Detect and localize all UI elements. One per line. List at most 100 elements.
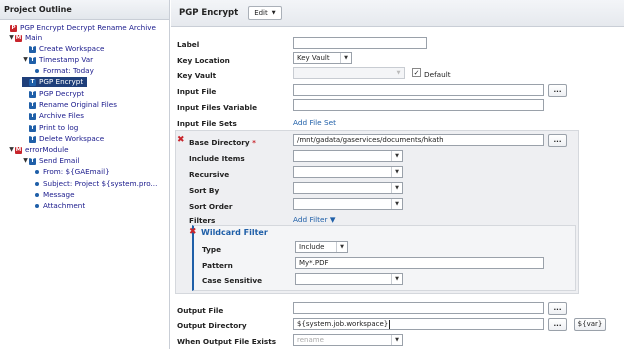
output-directory-value: ${system.job.workspace} — [297, 320, 389, 328]
tree-item-create-workspace[interactable]: T Create Workspace — [22, 44, 104, 54]
tree-item-timestamp-var[interactable]: ▼ T Timestamp Var — [22, 55, 93, 65]
output-directory-browse-button[interactable]: ... — [548, 318, 567, 331]
task-icon: T — [29, 135, 36, 143]
input-file-field[interactable] — [293, 84, 544, 96]
collapse-icon[interactable]: ▼ — [22, 156, 29, 166]
key-location-value: Key Vault — [297, 54, 330, 62]
tree-item-label: Print to log — [39, 123, 79, 132]
tree-item-rename-original-files[interactable]: T Rename Original Files — [22, 100, 117, 110]
bullet-icon — [35, 204, 39, 208]
tree-item-send-email[interactable]: ▼ T Send Email — [22, 156, 79, 166]
add-filter-link[interactable]: Add Filter ▼ — [293, 215, 335, 224]
sort-by-label: Sort By — [189, 186, 220, 195]
sort-order-select[interactable]: ▼ — [293, 198, 403, 210]
chevron-down-icon: ▼ — [396, 70, 401, 76]
input-file-sets-label: Input File Sets — [177, 119, 237, 128]
module-icon: M — [15, 146, 22, 154]
when-output-file-exists-label: When Output File Exists — [177, 337, 277, 346]
default-checkbox[interactable]: ✓ — [412, 68, 421, 77]
module-icon: M — [15, 34, 22, 42]
tree-item-from[interactable]: From: ${GAEmail} — [33, 167, 110, 177]
pattern-field[interactable]: My*.PDF — [295, 257, 544, 269]
tree-item-label: Send Email — [39, 156, 80, 165]
tree-item-label: From: ${GAEmail} — [43, 167, 110, 176]
recursive-label: Recursive — [189, 170, 230, 179]
chevron-down-icon: ▼ — [391, 274, 402, 284]
remove-file-set-icon[interactable]: ✖ — [177, 135, 185, 145]
label-label: Label — [177, 40, 200, 49]
tree-item-pgp-decrypt[interactable]: T PGP Decrypt — [22, 89, 84, 99]
collapse-icon[interactable]: ▼ — [8, 33, 15, 43]
type-value: Include — [299, 243, 325, 251]
input-file-browse-button[interactable]: ... — [548, 84, 567, 97]
key-vault-label: Key Vault — [177, 71, 217, 80]
sort-by-select[interactable]: ▼ — [293, 182, 403, 194]
pattern-label: Pattern — [202, 261, 233, 270]
tree-item-error-module[interactable]: ▼ M errorModule — [8, 145, 69, 155]
bullet-icon — [35, 170, 39, 174]
case-sensitive-select[interactable]: ▼ — [295, 273, 403, 285]
task-icon: T — [29, 101, 36, 109]
output-file-browse-button[interactable]: ... — [548, 302, 567, 315]
chevron-down-icon: ▼ — [391, 183, 402, 193]
default-checkbox-label: Default — [424, 70, 451, 79]
when-output-file-exists-select[interactable]: rename ▼ — [293, 334, 403, 346]
key-vault-select[interactable]: ▼ — [293, 67, 405, 79]
key-location-label: Key Location — [177, 56, 230, 65]
collapse-icon[interactable]: ▼ — [8, 145, 15, 155]
tree-item-label: Delete Workspace — [39, 134, 105, 143]
bullet-icon — [35, 182, 39, 186]
task-icon: T — [29, 56, 36, 64]
chevron-down-icon: ▼ — [271, 10, 276, 16]
tree-item-label: Subject: Project ${system.pro... — [43, 179, 158, 188]
tree-item-label: Rename Original Files — [39, 100, 117, 109]
tree-item-label: PGP Encrypt Decrypt Rename Archive — [20, 23, 156, 32]
task-icon: T — [29, 45, 36, 53]
variable-button[interactable]: ${var} — [574, 318, 606, 331]
edit-button-label: Edit — [254, 9, 268, 17]
tree-item-message[interactable]: Message — [33, 190, 75, 200]
tree-item-delete-workspace[interactable]: T Delete Workspace — [22, 134, 104, 144]
tree-item-project[interactable]: P PGP Encrypt Decrypt Rename Archive — [3, 23, 156, 33]
include-items-label: Include Items — [189, 154, 245, 163]
page-title: PGP Encrypt — [179, 8, 239, 18]
tree-item-print-to-log[interactable]: T Print to log — [22, 123, 78, 133]
filters-label: Filters — [189, 216, 216, 225]
chevron-down-icon: ▼ — [340, 53, 351, 63]
properties-header: PGP Encrypt Edit ▼ — [171, 0, 624, 27]
add-file-set-link[interactable]: Add File Set — [293, 118, 336, 127]
base-directory-label: Base Directory * — [189, 138, 256, 147]
sort-order-label: Sort Order — [189, 202, 233, 211]
output-file-field[interactable] — [293, 302, 544, 314]
project-outline-title: Project Outline — [0, 0, 169, 20]
input-files-variable-field[interactable] — [293, 99, 544, 111]
key-location-select[interactable]: Key Vault ▼ — [293, 52, 352, 64]
type-select[interactable]: Include ▼ — [295, 241, 348, 253]
output-directory-field[interactable]: ${system.job.workspace} — [293, 318, 544, 330]
label-input[interactable] — [293, 37, 427, 49]
tree-item-attachment[interactable]: Attachment — [33, 201, 85, 211]
tree-item-format-today[interactable]: Format: Today — [33, 66, 94, 76]
tree-item-pgp-encrypt[interactable]: T PGP Encrypt — [22, 77, 88, 87]
tree-item-label: PGP Decrypt — [39, 89, 85, 98]
tree-item-label: Format: Today — [43, 66, 94, 75]
tree-item-label: Timestamp Var — [39, 55, 94, 64]
app-window: Project Outline P PGP Encrypt Decrypt Re… — [0, 0, 624, 349]
task-icon: T — [29, 124, 36, 132]
tree-item-main[interactable]: ▼ M Main — [8, 33, 42, 43]
wildcard-filter-title: Wildcard Filter — [201, 228, 268, 237]
collapse-icon[interactable]: ▼ — [22, 55, 29, 65]
project-icon: P — [10, 24, 17, 32]
include-items-select[interactable]: ▼ — [293, 150, 403, 162]
task-icon: T — [29, 112, 36, 120]
base-directory-field[interactable]: /mnt/gadata/gaservices/documents/hkath — [293, 134, 544, 146]
tree-item-subject[interactable]: Subject: Project ${system.pro... — [33, 179, 157, 189]
remove-filter-icon[interactable]: ✖ — [189, 227, 197, 237]
tree-item-label: errorModule — [25, 145, 69, 154]
bullet-icon — [35, 69, 39, 73]
edit-button[interactable]: Edit ▼ — [248, 6, 282, 20]
recursive-select[interactable]: ▼ — [293, 166, 403, 178]
base-directory-browse-button[interactable]: ... — [548, 134, 567, 147]
text-cursor — [389, 319, 391, 329]
tree-item-archive-files[interactable]: T Archive Files — [22, 111, 84, 121]
